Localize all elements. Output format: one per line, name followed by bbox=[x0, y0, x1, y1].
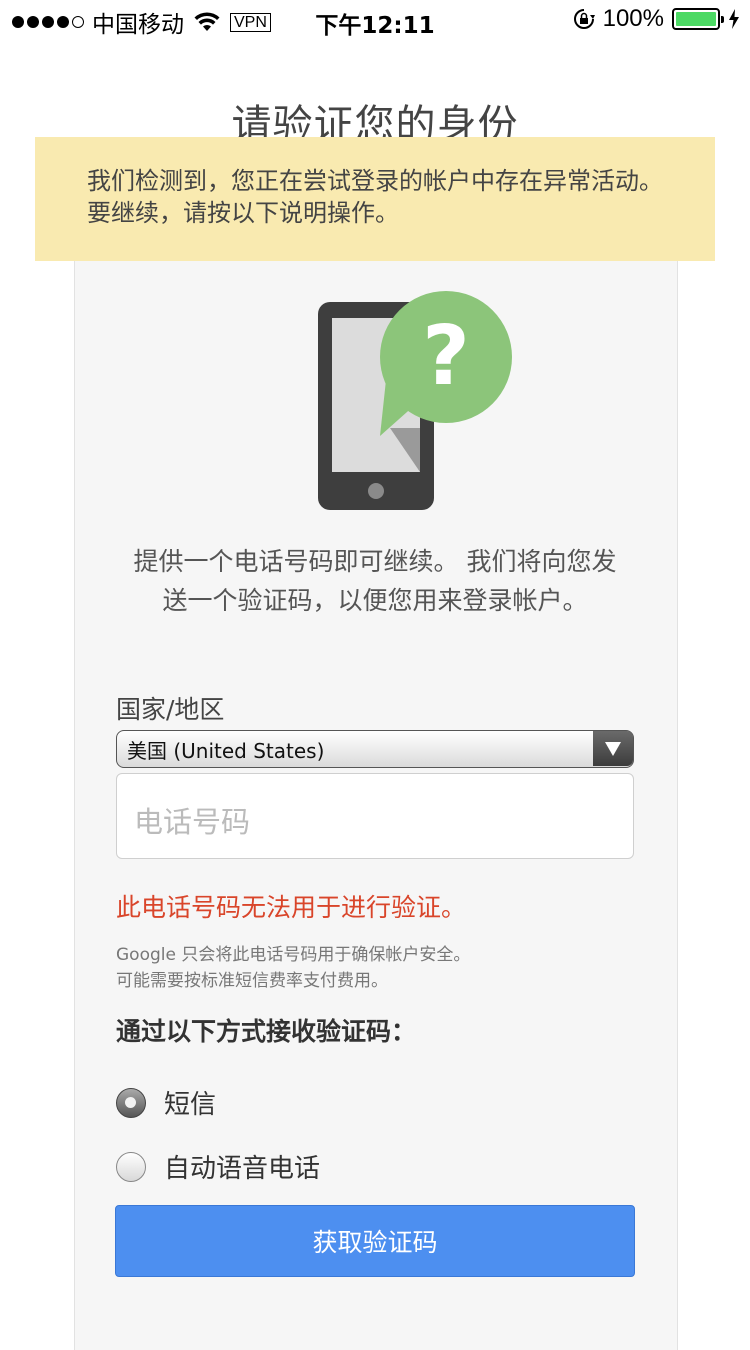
country-label: 国家/地区 bbox=[116, 695, 225, 724]
rotation-lock-icon bbox=[573, 9, 595, 29]
privacy-note: Google 只会将此电话号码用于确保帐户安全。 可能需要按标准短信费率支付费用… bbox=[116, 942, 470, 994]
status-right: 100% bbox=[573, 5, 740, 33]
radio-sms[interactable]: 短信 bbox=[116, 1084, 216, 1121]
battery-percent: 100% bbox=[602, 5, 664, 32]
chevron-down-icon bbox=[593, 731, 633, 766]
svg-text:?: ? bbox=[422, 309, 470, 404]
charging-icon bbox=[729, 9, 739, 29]
radio-button[interactable] bbox=[116, 1151, 146, 1182]
privacy-note-line: 可能需要按标准短信费率支付费用。 bbox=[116, 971, 388, 991]
instruction-text: 提供一个电话号码即可继续。 我们将向您发送一个验证码，以便您用来登录帐户。 bbox=[133, 547, 617, 615]
get-code-button[interactable]: 获取验证码 bbox=[115, 1205, 635, 1277]
method-label: 通过以下方式接收验证码： bbox=[116, 1017, 417, 1046]
country-select-value: 美国 (United States) bbox=[127, 738, 325, 763]
error-message: 此电话号码无法用于进行验证。 bbox=[116, 893, 467, 922]
phone-number-input[interactable]: 电话号码 bbox=[116, 773, 634, 859]
radio-label: 自动语音电话 bbox=[164, 1154, 321, 1184]
radio-voice-call[interactable]: 自动语音电话 bbox=[116, 1148, 320, 1185]
battery-icon bbox=[672, 8, 724, 30]
radio-label: 短信 bbox=[164, 1090, 217, 1120]
status-bar: 中国移动 VPN 下午12:11 100% bbox=[0, 0, 750, 40]
radio-button-checked[interactable] bbox=[116, 1087, 146, 1118]
country-select[interactable]: 美国 (United States) bbox=[116, 730, 634, 768]
warning-banner: 我们检测到，您正在尝试登录的帐户中存在异常活动。要继续，请按以下说明操作。 bbox=[35, 137, 715, 261]
phone-question-icon: ? bbox=[318, 291, 512, 510]
privacy-note-line: Google 只会将此电话号码用于确保帐户安全。 bbox=[116, 945, 471, 965]
